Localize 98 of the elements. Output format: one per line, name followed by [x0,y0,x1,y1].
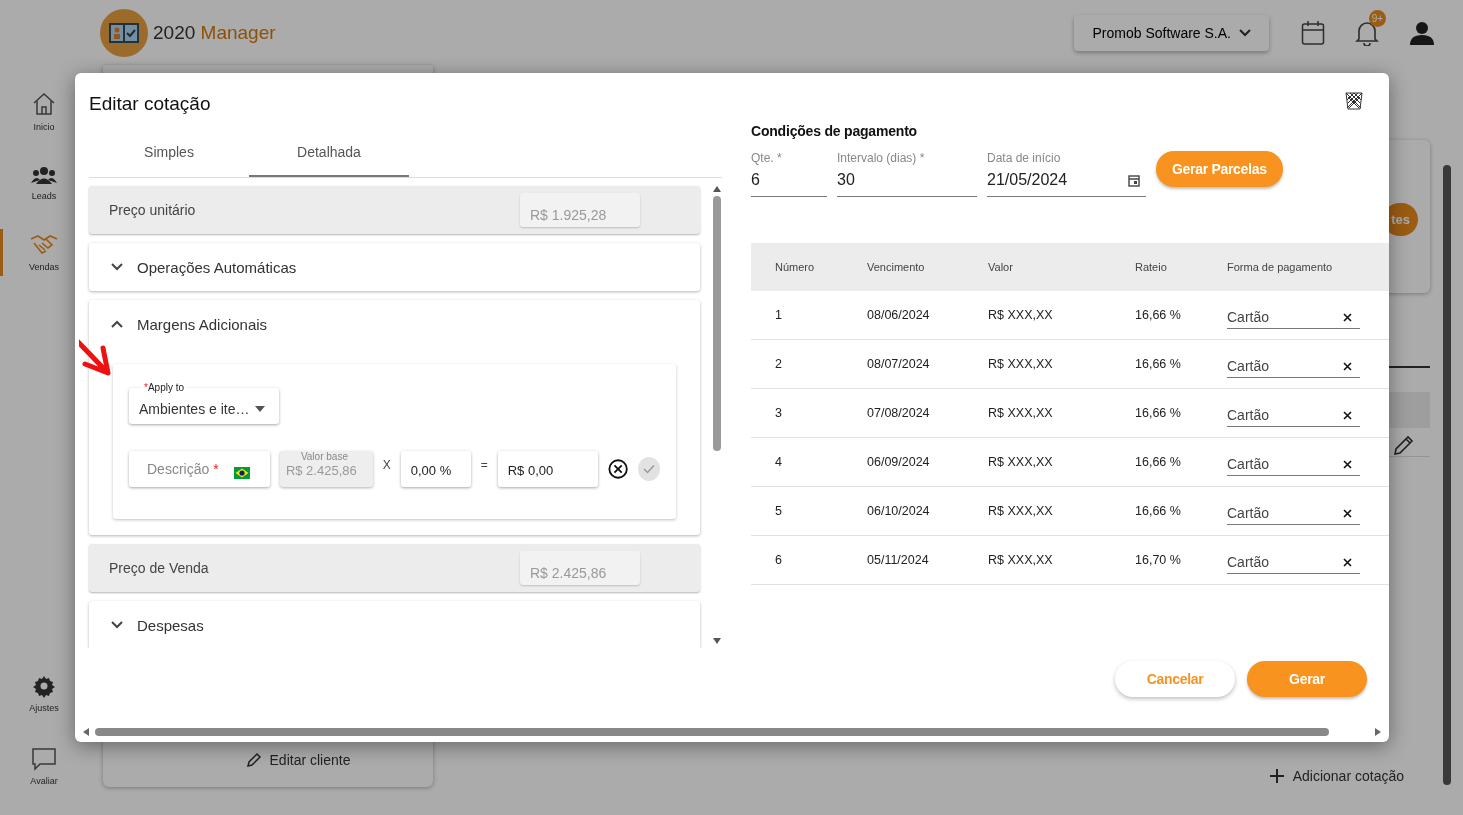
people-icon [31,164,57,186]
clear-icon[interactable] [1343,361,1352,371]
tab[interactable]: Detalhada [249,129,409,177]
payment-method-field[interactable]: Cartão [1227,552,1360,574]
pencil-icon [245,752,262,768]
price-label: Preço de Venda [109,560,209,576]
logo-icon [100,8,148,57]
quantity-field[interactable]: Qte. * 6 [751,151,827,197]
table-cell-text: 6 [775,553,783,567]
check-icon [642,464,655,474]
table-cell-text: 16,66 % [1135,308,1182,322]
table-cell-text: R$ XXX,XX [988,308,1054,322]
scroll-down-icon[interactable] [713,638,721,644]
table-cell-text: 07/08/2024 [867,406,931,420]
table-cell-text: 08/06/2024 [867,308,931,322]
nav-item[interactable]: Avaliar [0,743,85,790]
table-cell-text: 16,66 % [1135,504,1182,518]
multiply-sign: X [382,458,391,472]
handshake-icon [30,233,58,257]
column-header: Rateio [1135,261,1168,273]
accordion-header[interactable]: Margens Adicionais [89,300,700,348]
clear-icon[interactable] [1343,508,1352,518]
edit-client-button[interactable]: Editar cliente [239,751,357,769]
table-cell-text: R$ XXX,XX [988,357,1054,371]
table-cell-text: 1 [775,308,783,322]
section-title: Condições de pagamento [751,123,918,139]
payment-method-field[interactable]: Cartão [1227,356,1360,378]
payment-method-field[interactable]: Cartão [1227,454,1360,476]
column-header: Valor [988,261,1014,273]
table-cell-text: R$ XXX,XX [988,504,1054,518]
table-cell-text: R$ XXX,XX [988,406,1054,420]
placeholder-text: Descrição * [147,461,219,477]
apply-to-select[interactable]: *Apply to Ambientes e ite… [129,382,279,424]
table-cell-text: 2 [775,357,783,371]
add-quote-button[interactable]: Adicionar cotação [1262,767,1410,785]
brand-name: 2020 Manager [153,21,276,44]
result-field[interactable]: R$ 0,00 [497,451,598,487]
brazil-flag-icon[interactable] [233,467,250,479]
calendar-icon[interactable] [1128,173,1140,187]
company-selector[interactable]: Promob Software S.A. [1074,14,1269,51]
scroll-right-icon[interactable] [1375,728,1381,736]
table-cell-text: R$ XXX,XX [988,553,1054,567]
home-icon [31,91,57,117]
plus-icon [1268,768,1285,784]
accordion-header[interactable]: Operações Automáticas [89,243,700,291]
table-cell-text: R$ XXX,XX [988,455,1054,469]
calendar-icon[interactable] [1301,19,1325,46]
description-field[interactable]: Descrição * [129,451,270,487]
dialog-title: Editar cotação [89,93,212,115]
equals-sign: = [480,458,488,472]
caret-icon [1239,28,1251,37]
table-cell-text: 08/07/2024 [867,357,931,371]
table-cell-text: 16,66 % [1135,406,1182,420]
clear-icon[interactable] [1343,459,1352,469]
pencil-icon[interactable] [1393,434,1415,456]
field-label: *Apply to [141,382,188,394]
table-cell-text: 05/11/2024 [867,553,930,567]
select-value: Ambientes e ite… [139,400,250,417]
chevron-down-icon [111,621,123,629]
chevron-down-icon [111,263,123,271]
table-cell-text: 5 [775,504,783,518]
tab[interactable]: Simples [89,129,249,177]
nav-item[interactable]: Ajustes [0,670,85,717]
table-cell-text: 16,66 % [1135,357,1182,371]
column-header: Número [775,261,816,273]
nav-item[interactable]: Leads [0,160,85,205]
notification-badge: 9+ [1369,9,1386,27]
payment-method-field[interactable]: Cartão [1227,405,1360,427]
table-cell-text: 06/10/2024 [867,504,931,518]
dropdown-arrow-icon [255,405,265,412]
gear-icon [32,674,56,698]
scroll-up-icon[interactable] [713,186,721,192]
table-cell-text: 16,70 % [1135,553,1182,567]
price-label: Preço unitário [109,202,196,218]
remove-circle-icon[interactable] [607,458,628,480]
interval-field[interactable]: Intervalo (dias) * 30 [837,151,977,197]
field-value: R$ 2.425,86 [285,462,357,478]
table-cell-text: 06/09/2024 [867,455,931,469]
chat-icon [31,747,57,771]
field-label: Valor base [297,451,351,463]
accordion-header[interactable]: Despesas [89,601,700,648]
clear-icon[interactable] [1343,557,1352,567]
chevron-up-icon [111,320,123,328]
table-cell-text: 16,66 % [1135,455,1182,469]
column-header: Vencimento [867,261,926,273]
user-icon[interactable] [1409,19,1435,46]
table-cell-text: 3 [775,406,783,420]
clear-icon[interactable] [1343,312,1352,322]
payment-method-field[interactable]: Cartão [1227,307,1360,329]
percent-field[interactable]: 0,00 % [400,451,471,487]
scroll-left-icon[interactable] [83,728,89,736]
column-header: Forma de pagamento [1227,261,1334,273]
trash-icon[interactable] [1344,90,1364,110]
payment-method-field[interactable]: Cartão [1227,503,1360,525]
nav-item[interactable]: Inicio [0,87,85,136]
table-cell-text: 4 [775,455,783,469]
clear-icon[interactable] [1343,410,1352,420]
start-date-field[interactable]: Data de início 21/05/2024 [987,151,1146,197]
